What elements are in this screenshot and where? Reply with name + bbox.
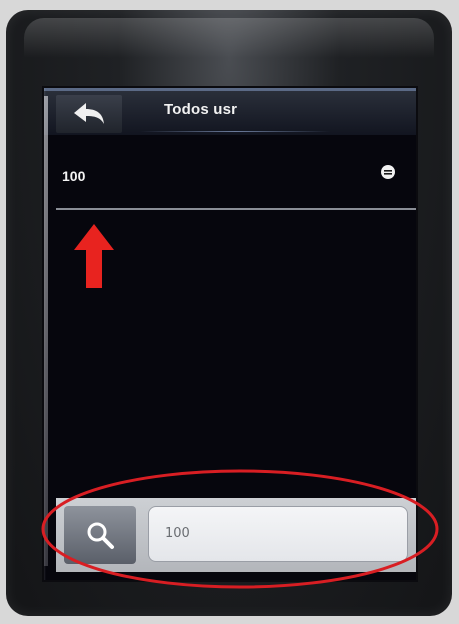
page-title: Todos usr — [164, 101, 238, 118]
back-arrow-icon — [74, 103, 104, 124]
back-button[interactable] — [56, 95, 122, 133]
row-divider — [56, 208, 416, 210]
title-bar: Todos usr — [44, 88, 416, 135]
red-ellipse-annotation — [41, 469, 439, 589]
user-id-label: 100 — [62, 168, 86, 184]
face-icon — [381, 165, 395, 179]
list-item[interactable]: 100 — [44, 142, 416, 202]
red-arrow-annotation — [74, 224, 114, 288]
bezel-highlight — [24, 18, 434, 58]
title-underline — [140, 131, 330, 132]
